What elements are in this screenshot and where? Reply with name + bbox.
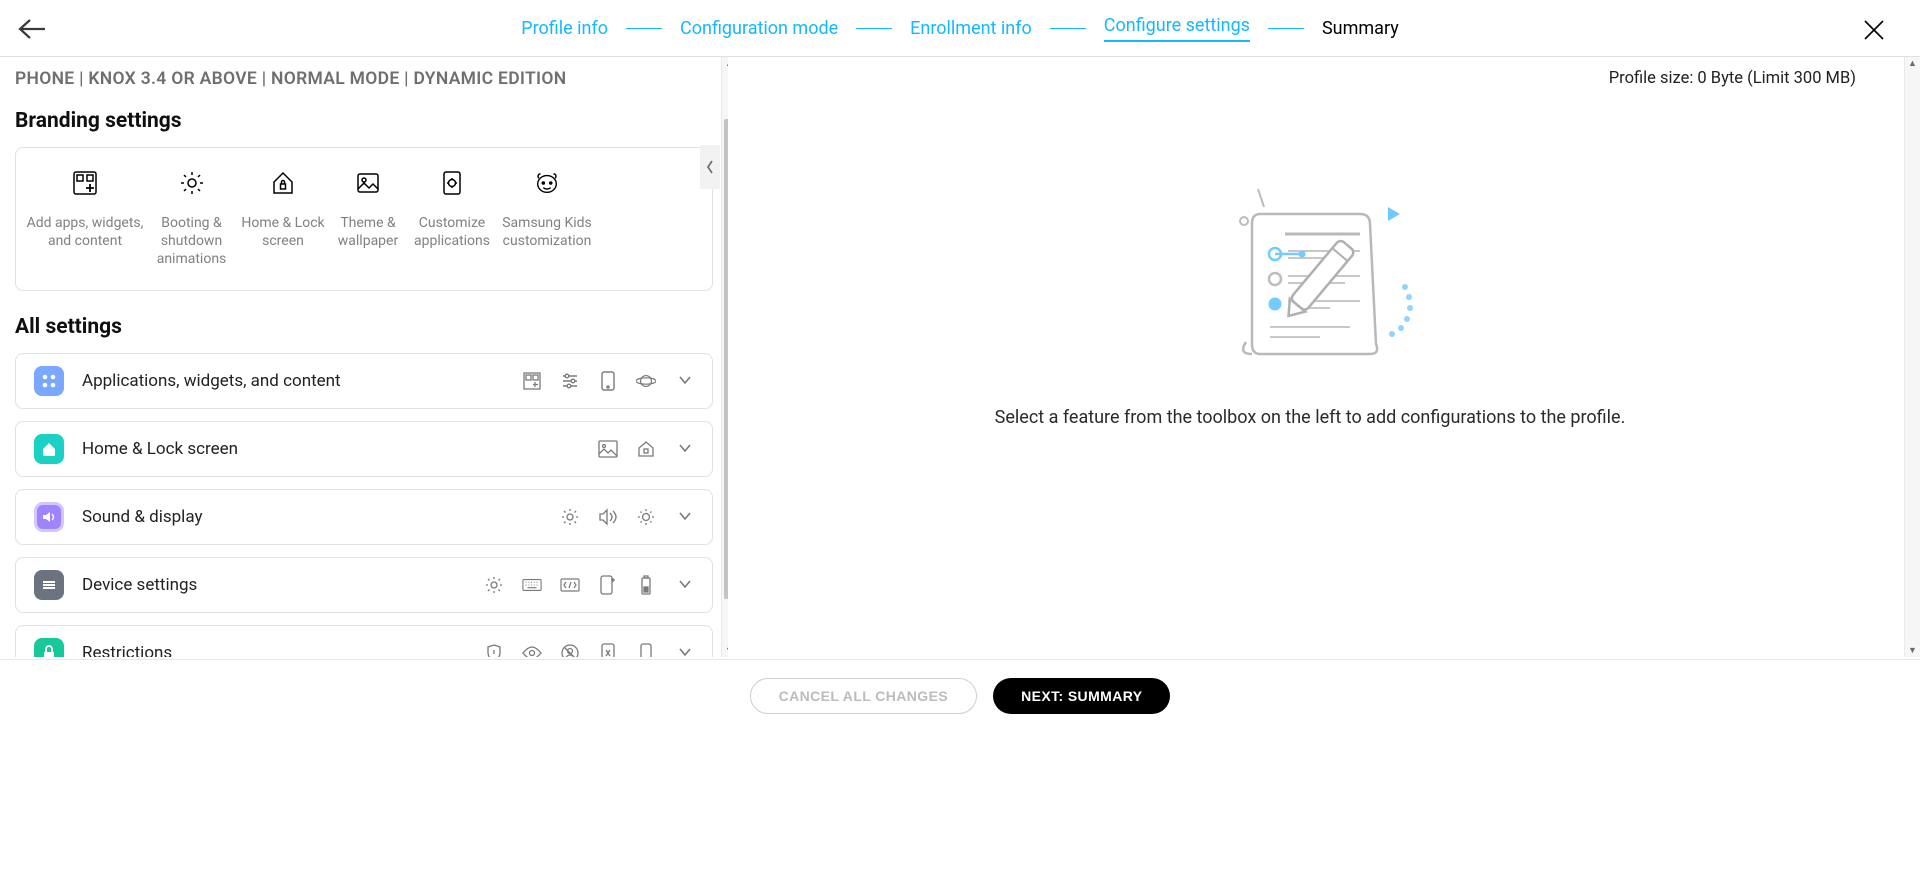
back-button[interactable] bbox=[18, 18, 46, 40]
step-enrollment-info[interactable]: Enrollment info bbox=[910, 18, 1032, 39]
step-divider bbox=[1050, 28, 1086, 29]
phone-plus-icon bbox=[598, 575, 618, 595]
cancel-all-changes-button[interactable]: CANCEL ALL CHANGES bbox=[750, 678, 978, 714]
customize-apps-icon bbox=[439, 170, 465, 196]
branding-title: Branding settings bbox=[15, 109, 728, 133]
left-scrollbar[interactable]: ▲ ▼ bbox=[721, 57, 728, 657]
row-mini-icons bbox=[560, 507, 694, 527]
boot-anim-icon bbox=[179, 170, 205, 196]
chevron-down-icon bbox=[678, 577, 694, 593]
arrow-left-icon bbox=[18, 18, 46, 40]
apps-widgets-icon bbox=[72, 170, 98, 196]
keyboard-icon bbox=[522, 575, 542, 595]
row-applications[interactable]: Applications, widgets, and content bbox=[15, 353, 713, 409]
shield-icon bbox=[484, 643, 504, 657]
gear-icon bbox=[484, 575, 504, 595]
step-divider bbox=[1268, 28, 1304, 29]
profile-meta: PHONE | KNOX 3.4 OR ABOVE | NORMAL MODE … bbox=[15, 57, 728, 103]
chevron-down-icon bbox=[678, 509, 694, 525]
next-summary-button[interactable]: NEXT: SUMMARY bbox=[993, 678, 1170, 714]
apps-icon bbox=[34, 366, 64, 396]
sun-icon bbox=[560, 507, 580, 527]
row-mini-icons bbox=[484, 643, 694, 657]
phone-off-icon bbox=[598, 643, 618, 657]
sound-icon bbox=[34, 502, 64, 532]
placeholder-text: Select a feature from the toolbox on the… bbox=[995, 407, 1626, 428]
step-configure-settings[interactable]: Configure settings bbox=[1104, 15, 1250, 42]
step-summary[interactable]: Summary bbox=[1322, 18, 1399, 39]
branding-label: Samsung Kids customization bbox=[495, 214, 599, 250]
row-mini-icons bbox=[484, 575, 694, 595]
placeholder-area: Select a feature from the toolbox on the… bbox=[728, 88, 1892, 518]
step-configuration-mode[interactable]: Configuration mode bbox=[680, 18, 838, 39]
branding-home-lock[interactable]: Home & Lock screen bbox=[239, 170, 327, 268]
collapse-left-handle[interactable] bbox=[700, 145, 720, 189]
speaker-icon bbox=[598, 507, 618, 527]
chevron-down-icon bbox=[678, 373, 694, 389]
branding-label: Booting & shutdown animations bbox=[144, 214, 239, 268]
step-divider bbox=[626, 28, 662, 29]
branding-customize-apps[interactable]: Customize applications bbox=[409, 170, 495, 268]
row-mini-icons bbox=[522, 371, 694, 391]
phone-icon bbox=[598, 371, 618, 391]
row-label: Device settings bbox=[82, 575, 484, 595]
branding-label: Home & Lock screen bbox=[239, 214, 327, 250]
row-home-lock[interactable]: Home & Lock screen bbox=[15, 421, 713, 477]
planet-icon bbox=[636, 371, 656, 391]
battery-icon bbox=[636, 575, 656, 595]
row-restrictions[interactable]: Restrictions bbox=[15, 625, 713, 657]
branding-add-apps[interactable]: Add apps, widgets, and content bbox=[26, 170, 144, 268]
row-mini-icons bbox=[598, 439, 694, 459]
sliders-icon bbox=[560, 371, 580, 391]
scroll-down-icon: ▼ bbox=[1908, 645, 1917, 656]
dev-icon bbox=[560, 575, 580, 595]
theme-wallpaper-icon bbox=[355, 170, 381, 196]
all-settings-title: All settings bbox=[15, 315, 728, 339]
wizard-steps: Profile info Configuration mode Enrollme… bbox=[0, 15, 1920, 42]
image-icon bbox=[598, 439, 618, 459]
row-label: Sound & display bbox=[82, 507, 560, 527]
close-icon bbox=[1862, 18, 1886, 42]
branding-card: Add apps, widgets, and content Booting &… bbox=[15, 147, 713, 291]
branding-label: Customize applications bbox=[409, 214, 495, 250]
chevron-down-icon bbox=[678, 441, 694, 457]
step-profile-info[interactable]: Profile info bbox=[521, 18, 608, 39]
branding-boot-anim[interactable]: Booting & shutdown animations bbox=[144, 170, 239, 268]
right-scrollbar[interactable]: ▲ ▼ bbox=[1904, 57, 1920, 657]
profile-size-label: Profile size: 0 Byte (Limit 300 MB) bbox=[728, 69, 1892, 88]
branding-theme-wallpaper[interactable]: Theme & wallpaper bbox=[327, 170, 409, 268]
home-lock-icon bbox=[270, 170, 296, 196]
branding-label: Theme & wallpaper bbox=[327, 214, 409, 250]
brightness-icon bbox=[636, 507, 656, 527]
close-button[interactable] bbox=[1862, 18, 1886, 42]
home-lock-mini-icon bbox=[636, 439, 656, 459]
row-sound-display[interactable]: Sound & display bbox=[15, 489, 713, 545]
row-label: Restrictions bbox=[82, 643, 484, 657]
row-label: Applications, widgets, and content bbox=[82, 371, 522, 391]
home-icon bbox=[34, 434, 64, 464]
device-icon bbox=[34, 570, 64, 600]
placeholder-illustration bbox=[1200, 179, 1420, 379]
branding-label: Add apps, widgets, and content bbox=[26, 214, 144, 250]
samsung-kids-icon bbox=[534, 170, 560, 196]
chevron-left-icon bbox=[706, 160, 714, 174]
branding-samsung-kids[interactable]: Samsung Kids customization bbox=[495, 170, 599, 268]
phone-outline-icon bbox=[636, 643, 656, 657]
eye-icon bbox=[522, 643, 542, 657]
row-label: Home & Lock screen bbox=[82, 439, 598, 459]
chevron-down-icon bbox=[678, 645, 694, 657]
step-divider bbox=[856, 28, 892, 29]
grid-icon bbox=[522, 371, 542, 391]
row-device-settings[interactable]: Device settings bbox=[15, 557, 713, 613]
no-acc-icon bbox=[560, 643, 580, 657]
lock-icon bbox=[34, 638, 64, 657]
scroll-up-icon: ▲ bbox=[1908, 58, 1917, 69]
